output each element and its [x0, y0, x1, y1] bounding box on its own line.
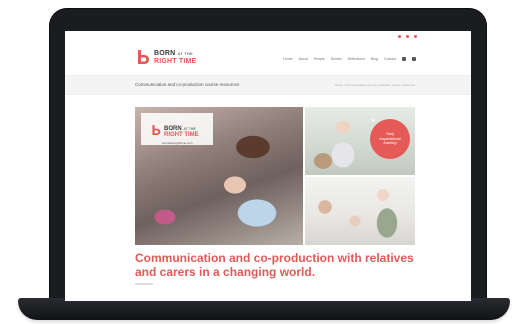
social-icon-1[interactable]	[398, 35, 401, 38]
site-header: BORN AT THE RIGHT TIME Home About People…	[65, 43, 471, 75]
logo-text: BORN AT THE RIGHT TIME	[154, 50, 196, 65]
nav-about[interactable]: About	[299, 57, 308, 61]
stage: BORN AT THE RIGHT TIME Home About People…	[0, 0, 524, 324]
hero-logo-mark-icon	[151, 123, 161, 141]
text-placeholder-line	[135, 283, 153, 285]
nav-stories[interactable]: Stories	[331, 57, 342, 61]
hero-photo-group	[305, 177, 415, 245]
quote-mark-icon: “	[371, 117, 376, 127]
main-nav: Home About People Stories Reflections Bl…	[283, 57, 416, 61]
nav-people[interactable]: People	[314, 57, 325, 61]
headline: Communication and co-production with rel…	[135, 251, 414, 279]
nav-contact[interactable]: Contact	[384, 57, 396, 61]
quote-bubble: Truly inspirational training	[370, 119, 410, 159]
cart-icon[interactable]	[402, 57, 406, 61]
social-icons	[398, 35, 417, 38]
social-icon-2[interactable]	[406, 35, 409, 38]
nav-blog[interactable]: Blog	[371, 57, 378, 61]
hero-logo-text: BORN AT THE RIGHT TIME	[164, 126, 199, 138]
page-title: Communication and co-production course r…	[135, 82, 240, 87]
quote-text: Truly inspirational training	[379, 130, 401, 146]
breadcrumb[interactable]: Home / Communication and co-production c…	[335, 83, 415, 87]
hero-url: bornattherighttime.com	[162, 141, 193, 145]
nav-home[interactable]: Home	[283, 57, 292, 61]
search-icon[interactable]	[412, 57, 416, 61]
hero-logo: BORN AT THE RIGHT TIME	[151, 123, 199, 141]
social-icon-3[interactable]	[414, 35, 417, 38]
logo-mark-icon	[136, 49, 150, 65]
logo-line-1: BORN AT THE	[154, 49, 193, 57]
hero-logo-panel: BORN AT THE RIGHT TIME bornattherighttim…	[141, 113, 213, 145]
logo-line-2: RIGHT TIME	[154, 57, 197, 65]
laptop-screen: BORN AT THE RIGHT TIME Home About People…	[65, 31, 471, 301]
hero-logo-line-2: RIGHT TIME	[164, 132, 199, 138]
top-bar	[65, 31, 471, 43]
nav-reflections[interactable]: Reflections	[348, 57, 365, 61]
page-title-bar: Communication and co-production course r…	[65, 75, 471, 95]
laptop-base	[18, 298, 510, 320]
hero-collage: BORN AT THE RIGHT TIME bornattherighttim…	[135, 107, 415, 245]
site-logo[interactable]: BORN AT THE RIGHT TIME	[136, 49, 196, 65]
